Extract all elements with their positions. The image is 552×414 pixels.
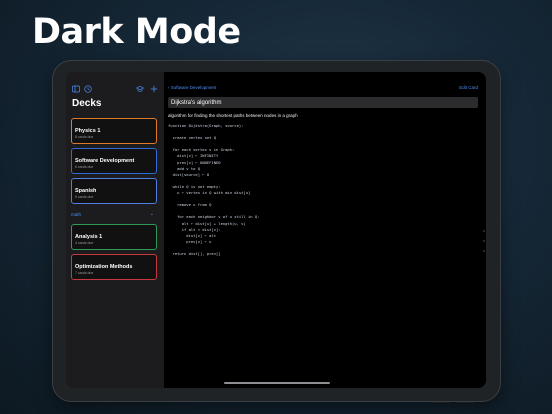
device-button [456,401,474,403]
deck-name: Optimization Methods [75,264,133,270]
deck-group-label: math [71,212,82,217]
card-title: Dijkstra's algorithm [171,99,222,106]
card-detail: ‹ Software Development Edit Card Dijkstr… [164,72,486,388]
sidebar: Decks Physics 1 8 cards due Software Dev… [66,72,165,388]
plus-icon[interactable] [150,85,158,93]
scroll-indicators [482,222,486,260]
card-title-field[interactable]: Dijkstra's algorithm [168,97,478,108]
deck-due-count: 4 cards due [75,240,94,245]
edit-card-button[interactable]: Edit Card [459,85,478,90]
back-button[interactable]: ‹ Software Development [168,85,216,90]
card-description: algorithm for finding the shortest paths… [168,113,298,118]
history-icon[interactable] [84,85,92,93]
navigation-bar: ‹ Software Development Edit Card [164,85,486,93]
code-block: function Dijkstra(Graph, source): create… [168,123,259,257]
chevron-down-icon[interactable]: ⌄ [150,211,154,217]
tablet-screen: 9:41 AM Tue Jul 9 ••• Decks Physics 1 8 … [66,72,486,388]
deck-card-spanish[interactable]: Spanish 5 cards due [71,178,157,204]
code-line: alt ← dist[u] + length(u, v) [168,220,246,226]
deck-due-count: 6 cards due [75,164,94,169]
sidebar-toolbar [72,85,158,95]
headline: Dark Mode [32,12,241,52]
deck-name: Spanish [75,188,97,194]
graduation-cap-icon[interactable] [136,85,144,93]
code-line: return dist[], prev[] [168,250,221,256]
deck-name: Software Development [75,158,135,164]
code-line: u ← vertex in Q with min dist[u] [168,190,251,196]
deck-due-count: 5 cards due [75,194,94,199]
home-indicator[interactable] [224,382,330,384]
deck-card-analysis[interactable]: Analysis 1 4 cards due [71,224,157,250]
code-line: for each neighbor v of u still in Q: [168,214,260,220]
deck-name: Physics 1 [75,128,101,134]
device-button [432,401,450,403]
sidebar-title: Decks [72,98,102,109]
deck-name: Analysis 1 [75,234,103,240]
deck-due-count: 8 cards due [75,134,94,139]
back-button-label: Software Development [170,85,217,90]
deck-due-count: 7 cards due [75,270,94,275]
deck-card-physics[interactable]: Physics 1 8 cards due [71,118,157,144]
sidebar-toggle-icon[interactable] [72,85,80,93]
deck-card-software-development[interactable]: Software Development 6 cards due [71,148,157,174]
deck-card-optimization-methods[interactable]: Optimization Methods 7 cards due [71,254,157,280]
deck-group-header[interactable]: math ⌄ [71,211,154,219]
